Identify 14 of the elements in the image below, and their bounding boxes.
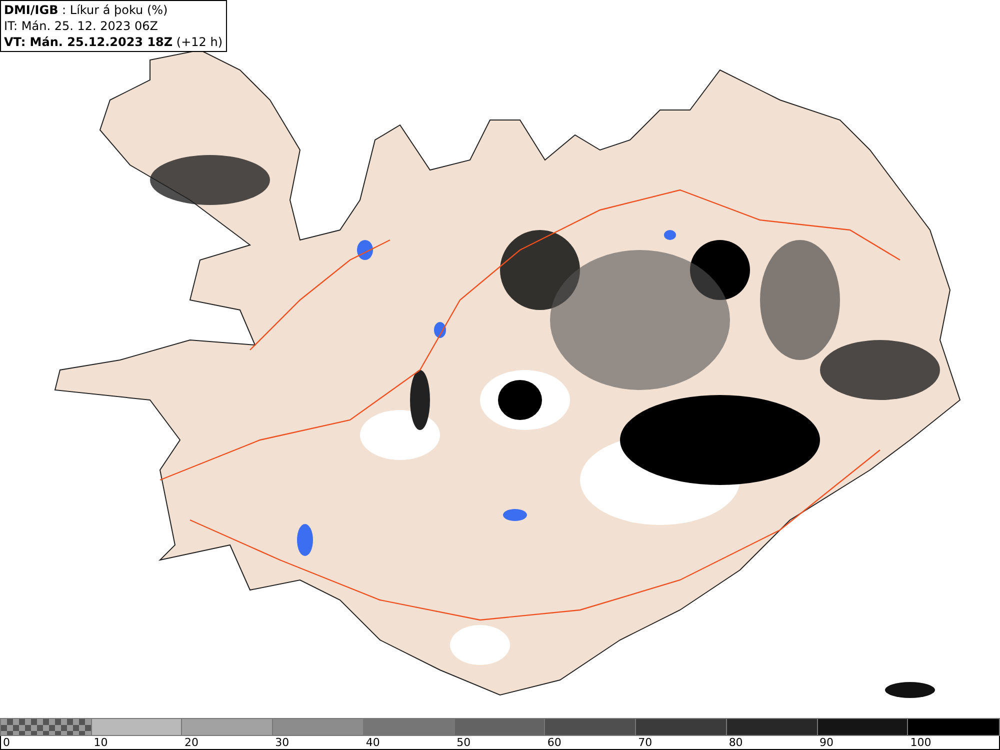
legend-label: 100 <box>909 736 932 750</box>
legend-label: 30 <box>274 736 290 750</box>
legend-label: 80 <box>728 736 744 750</box>
info-text: IT: Mán. 25. 12. 2023 06Z <box>4 18 159 34</box>
legend-label: 60 <box>546 736 562 750</box>
legend-label: 90 <box>818 736 835 750</box>
info-text: VT: Mán. 25.12.2023 18Z (+12 h) <box>4 34 223 50</box>
legend-label: 20 <box>183 736 200 750</box>
legend-label: 40 <box>364 736 381 750</box>
legend-label: 50 <box>456 736 472 750</box>
legend-label: 10 <box>92 736 109 750</box>
legend-label: 0 <box>2 736 11 750</box>
info-text: DMI/IGB : Líkur á þoku (%) <box>4 2 169 18</box>
legend-label: 70 <box>637 736 654 750</box>
